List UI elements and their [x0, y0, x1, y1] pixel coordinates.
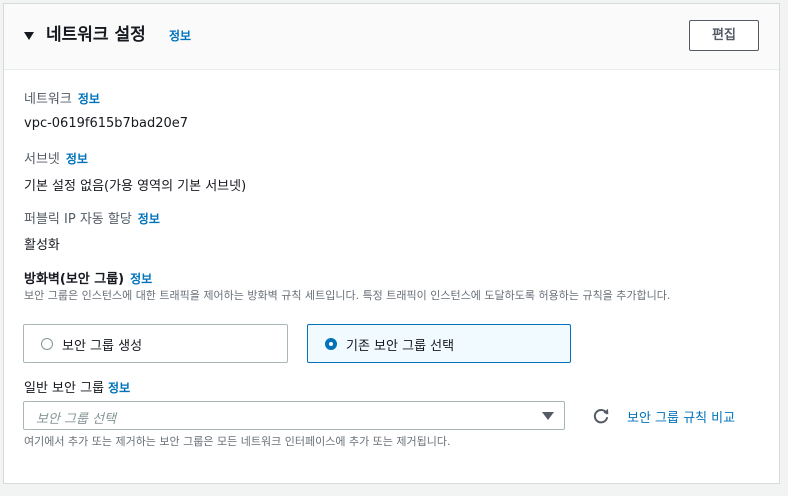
caret-down-icon[interactable] — [23, 30, 35, 42]
public-ip-label-text: 퍼블릭 IP 자동 할당 — [24, 212, 132, 227]
firewall-description: 보안 그룹은 인스턴스에 대한 트래픽을 제어하는 방화벽 규칙 세트입니다. … — [24, 289, 671, 302]
public-ip-value: 활성화 — [24, 238, 60, 253]
refresh-icon[interactable] — [591, 406, 611, 426]
security-group-select[interactable]: 보안 그룹 선택 — [23, 401, 565, 430]
subnet-value: 기본 설정 없음(가용 영역의 기본 서브넷) — [24, 179, 247, 194]
security-group-label-text: 일반 보안 그룹 — [24, 381, 105, 396]
firewall-label-text: 방화벽(보안 그룹) — [24, 272, 125, 287]
panel-header: 네트워크 설정 정보 편집 — [4, 4, 779, 70]
network-label-text: 네트워크 — [24, 92, 72, 107]
security-group-label: 일반 보안 그룹 정보 — [24, 377, 130, 396]
security-group-select-placeholder: 보안 그룹 선택 — [36, 412, 117, 427]
public-ip-label: 퍼블릭 IP 자동 할당 정보 — [24, 208, 160, 227]
subnet-info-link[interactable]: 정보 — [66, 152, 88, 166]
header-info-link[interactable]: 정보 — [169, 27, 191, 44]
create-security-group-option[interactable]: 보안 그룹 생성 — [23, 324, 288, 363]
panel-title: 네트워크 설정 — [46, 25, 146, 45]
network-info-link[interactable]: 정보 — [78, 92, 100, 106]
network-value: vpc-0619f615b7bad20e7 — [24, 116, 189, 131]
select-existing-security-group-label: 기존 보안 그룹 선택 — [346, 339, 455, 354]
caret-down-icon — [542, 412, 554, 420]
security-group-info-link[interactable]: 정보 — [108, 381, 130, 395]
compare-security-group-rules-link[interactable]: 보안 그룹 규칙 비교 — [627, 407, 735, 426]
security-group-hint: 여기에서 추가 또는 제거하는 보안 그룹은 모든 네트워크 인터페이스에 추가… — [24, 435, 451, 448]
subnet-label: 서브넷 정보 — [24, 148, 88, 167]
network-label: 네트워크 정보 — [24, 88, 100, 107]
create-security-group-label: 보안 그룹 생성 — [62, 339, 143, 354]
firewall-info-link[interactable]: 정보 — [130, 272, 152, 286]
firewall-label: 방화벽(보안 그룹) 정보 — [24, 268, 152, 287]
select-existing-security-group-option[interactable]: 기존 보안 그룹 선택 — [307, 324, 571, 363]
public-ip-info-link[interactable]: 정보 — [138, 212, 160, 226]
network-settings-panel: 네트워크 설정 정보 편집 네트워크 정보 vpc-0619f615b7bad20… — [3, 3, 780, 484]
subnet-label-text: 서브넷 — [24, 152, 60, 167]
radio-checked-icon[interactable] — [325, 338, 337, 350]
edit-button[interactable]: 편집 — [689, 20, 759, 51]
radio-unchecked-icon[interactable] — [41, 338, 53, 350]
